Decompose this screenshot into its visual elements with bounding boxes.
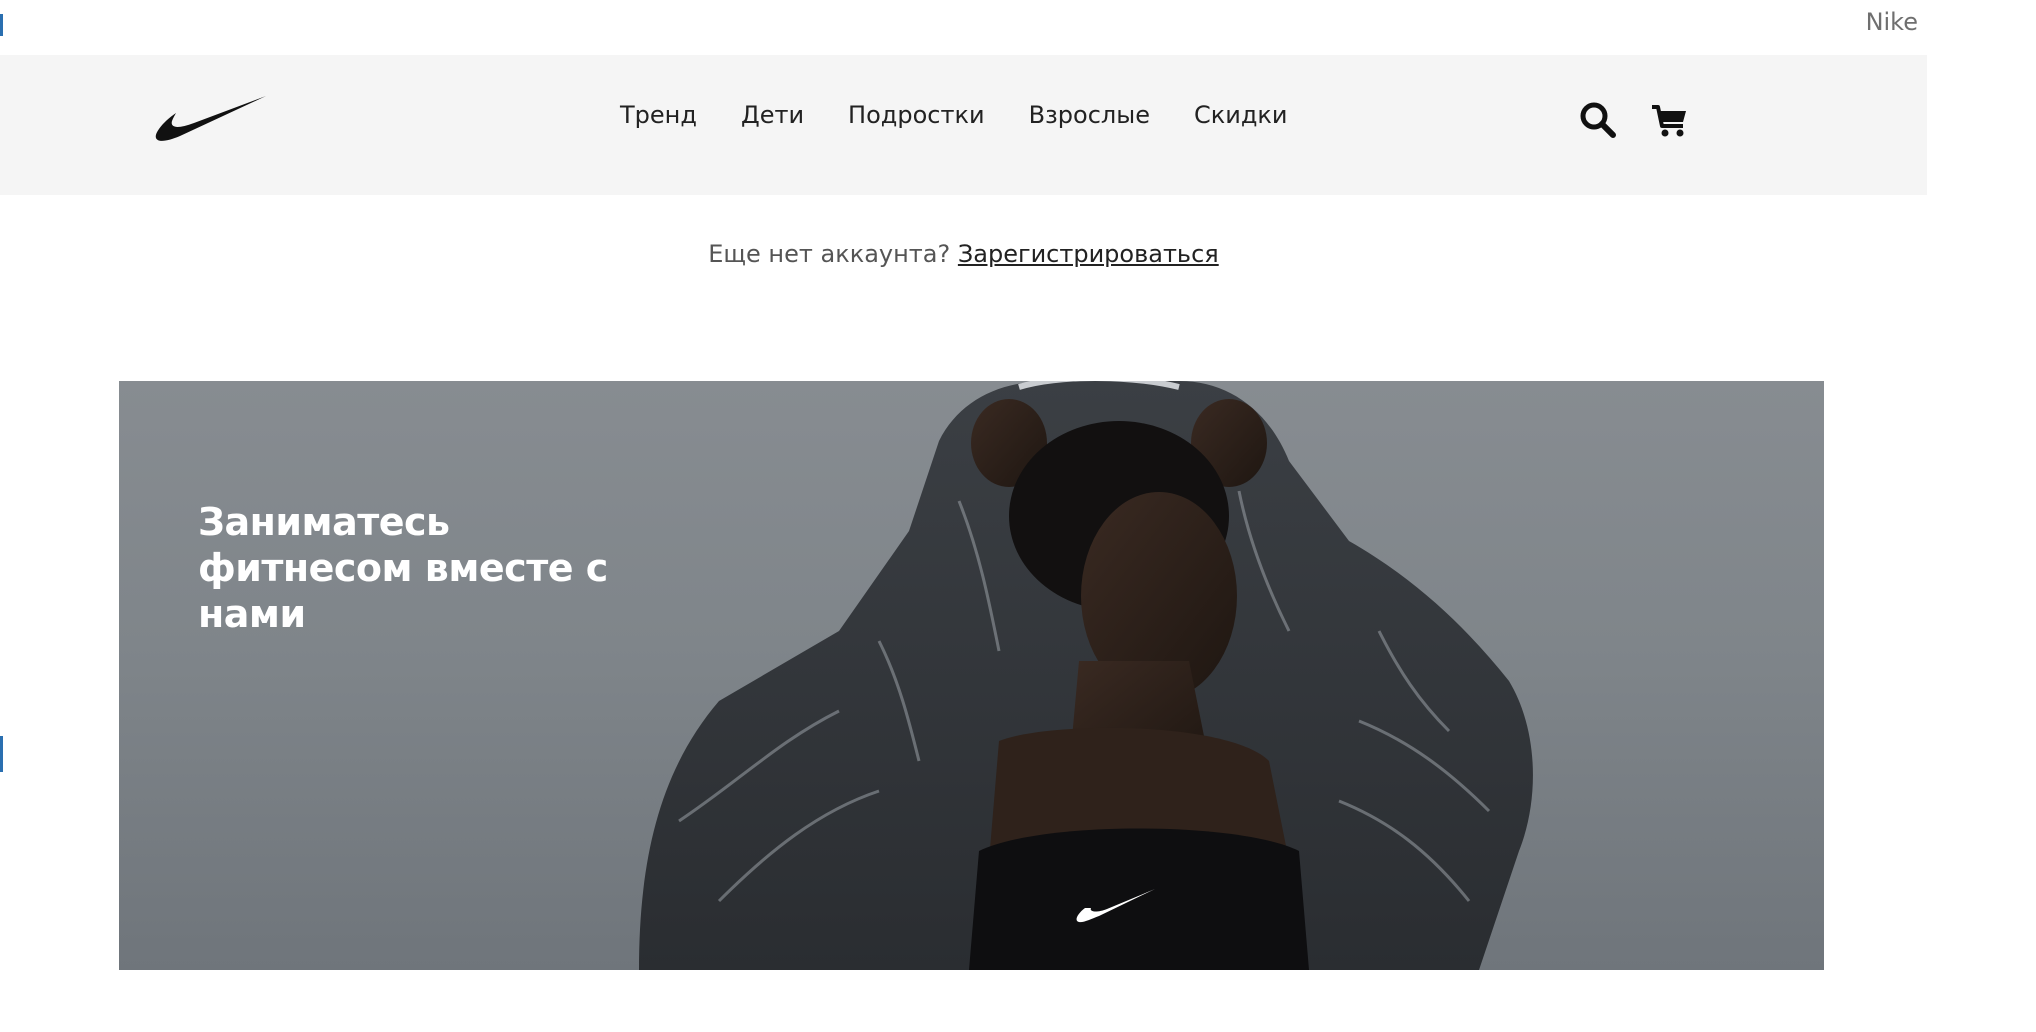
edge-marker	[0, 736, 3, 772]
search-icon[interactable]	[1578, 100, 1618, 140]
site-header: Тренд Дети Подростки Взрослые Скидки	[0, 55, 1927, 195]
signup-text: Еще нет аккаунта?	[708, 240, 951, 268]
document-title: Nike	[1865, 8, 1918, 36]
edge-marker	[0, 14, 3, 36]
cart-icon[interactable]	[1650, 100, 1690, 140]
nav-item-adults[interactable]: Взрослые	[1029, 101, 1150, 129]
page: Nike Тренд Дети Подростки Взрослые Скидк…	[0, 0, 2036, 1032]
nike-swoosh-icon[interactable]	[150, 91, 268, 143]
nav-item-kids[interactable]: Дети	[741, 101, 804, 129]
main-nav: Тренд Дети Подростки Взрослые Скидки	[620, 101, 1288, 129]
hero-heading: Заниматесь фитнесом вместе с нами	[198, 500, 608, 636]
nav-item-sale[interactable]: Скидки	[1194, 101, 1288, 129]
signup-prompt: Еще нет аккаунта? Зарегистрироваться	[0, 240, 1927, 268]
nav-item-teens[interactable]: Подростки	[848, 101, 985, 129]
nav-item-trend[interactable]: Тренд	[620, 101, 697, 129]
woman-in-hooded-jacket-photo	[639, 381, 1533, 970]
register-link[interactable]: Зарегистрироваться	[958, 240, 1219, 268]
hero-banner[interactable]: Заниматесь фитнесом вместе с нами	[119, 381, 1824, 970]
